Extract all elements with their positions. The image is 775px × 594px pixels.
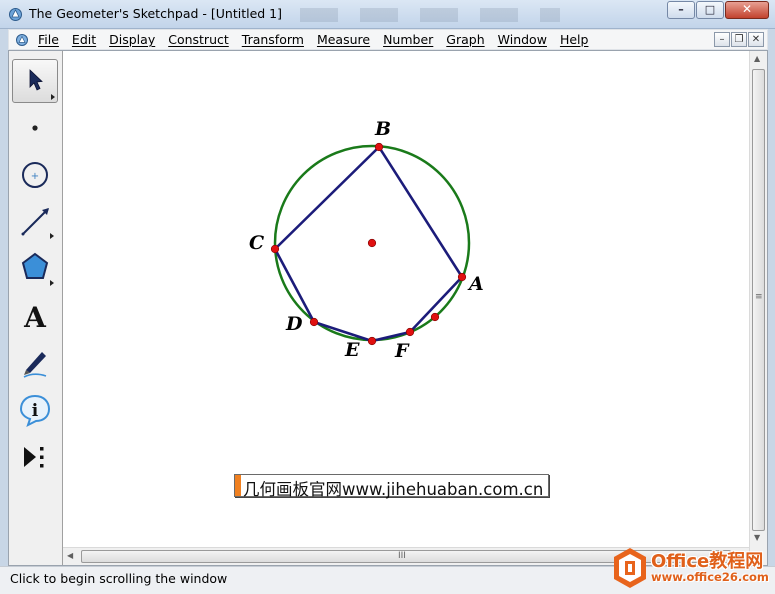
label-D[interactable]: D [285, 313, 303, 335]
custom-tool[interactable] [12, 435, 58, 479]
vertical-grip-icon: ≡ [755, 292, 763, 302]
vertical-scrollbar[interactable]: ▲ ≡ ▼ [749, 51, 767, 565]
close-button[interactable]: ✕ [725, 1, 769, 19]
selection-arrow-tool[interactable] [12, 59, 58, 103]
mdi-minimize-button[interactable]: – [714, 32, 730, 47]
caption-text-box[interactable]: 几何画板官网www.jihehuaban.com.cn [234, 474, 549, 499]
information-tool[interactable]: i [12, 387, 58, 431]
caption-accent-bar [235, 475, 241, 496]
svg-text:+: + [31, 171, 39, 182]
point-A[interactable] [457, 272, 467, 282]
menu-construct[interactable]: Construct [168, 32, 229, 47]
menu-graph[interactable]: Graph [446, 32, 484, 47]
text-A-icon: A [23, 301, 47, 334]
compass-tool[interactable]: + [12, 152, 58, 196]
label-C[interactable]: C [249, 232, 264, 254]
point-tool[interactable] [12, 105, 58, 149]
scroll-left-arrow-icon[interactable]: ◀ [67, 551, 73, 560]
maximize-button[interactable]: □ [696, 1, 724, 19]
point-B[interactable] [374, 142, 384, 152]
status-text: Click to begin scrolling the window [10, 571, 228, 586]
document-icon[interactable] [15, 33, 29, 47]
minimize-button[interactable]: – [667, 1, 695, 19]
toolbox: + A i [9, 51, 63, 565]
sketch-drawing: A B C D E F [249, 118, 484, 362]
polygon-tool[interactable] [12, 246, 58, 290]
center-point[interactable] [367, 238, 377, 248]
horizontal-grip-icon: III [398, 551, 406, 561]
maximize-icon: □ [704, 3, 716, 16]
custom-tools-icon [24, 447, 44, 468]
menu-number[interactable]: Number [383, 32, 433, 47]
label-B[interactable]: B [374, 118, 391, 140]
mdi-restore-button[interactable]: ❐ [731, 32, 747, 47]
minimize-icon: – [678, 3, 684, 16]
point-F[interactable] [405, 327, 415, 337]
office-logo-icon [614, 548, 646, 588]
polygon-icon [21, 252, 54, 286]
title-bar: The Geometer's Sketchpad - [Untitled 1] … [0, 0, 775, 29]
watermark: Office教程网 www.office26.com [611, 546, 771, 590]
scroll-down-arrow-icon[interactable]: ▼ [754, 533, 760, 542]
label-E[interactable]: E [344, 339, 360, 361]
point-on-circle[interactable] [430, 312, 440, 322]
caption-text: 几何画板官网www.jihehuaban.com.cn [243, 480, 544, 499]
arrow-icon [29, 69, 55, 100]
label-A[interactable]: A [467, 273, 484, 295]
watermark-url: www.office26.com [651, 570, 769, 584]
menu-bar: File Edit Display Construct Transform Me… [8, 29, 768, 50]
close-icon: ✕ [741, 2, 753, 16]
title-bar-background [300, 8, 560, 22]
menu-measure[interactable]: Measure [317, 32, 370, 47]
menu-edit[interactable]: Edit [72, 32, 96, 47]
straightedge-tool[interactable] [12, 199, 58, 243]
vertical-scroll-thumb[interactable]: ≡ [752, 69, 765, 531]
scroll-up-arrow-icon[interactable]: ▲ [754, 54, 760, 63]
menu-transform[interactable]: Transform [242, 32, 304, 47]
segment-icon [21, 208, 54, 239]
label-F[interactable]: F [394, 340, 410, 362]
menu-file[interactable]: File [38, 32, 59, 47]
menu-window[interactable]: Window [498, 32, 547, 47]
mdi-close-button[interactable]: ✕ [748, 32, 764, 47]
window-title: The Geometer's Sketchpad - [Untitled 1] [29, 6, 282, 21]
point-D[interactable] [309, 317, 319, 327]
sketchpad-app-icon [9, 8, 22, 21]
marker-pen-icon [23, 352, 47, 378]
point-C[interactable] [270, 244, 280, 254]
circle-icon: + [22, 162, 48, 188]
point-icon [32, 125, 38, 131]
text-tool[interactable]: A [12, 293, 58, 337]
point-E[interactable] [367, 336, 377, 346]
text-tool-glyph: A [23, 301, 47, 334]
marker-tool[interactable] [12, 340, 58, 384]
menu-help[interactable]: Help [560, 32, 589, 47]
info-icon: i [19, 394, 51, 427]
menu-display[interactable]: Display [109, 32, 155, 47]
info-tool-glyph: i [32, 401, 39, 421]
sketch-canvas[interactable]: A B C D E F [63, 51, 749, 547]
